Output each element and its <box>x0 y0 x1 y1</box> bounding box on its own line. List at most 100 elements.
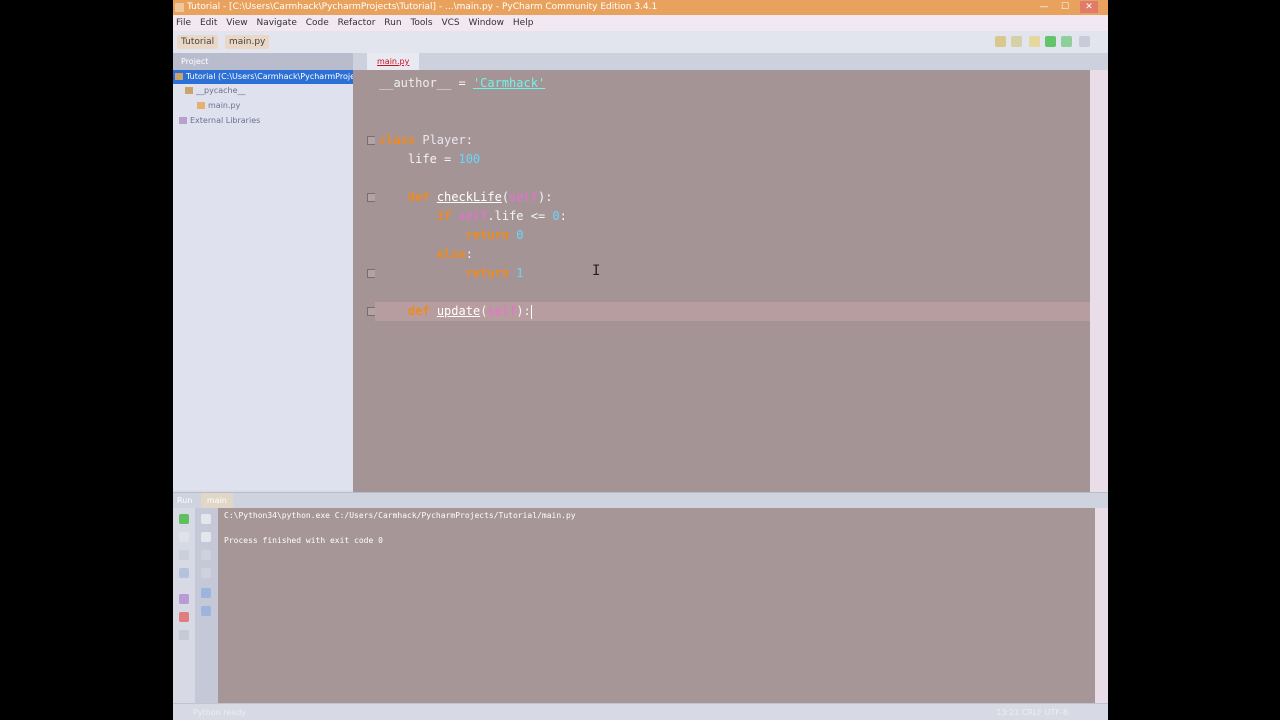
clear-all-icon[interactable] <box>201 606 211 616</box>
code-token: 100 <box>458 152 481 166</box>
help-icon[interactable] <box>179 630 189 640</box>
code-line[interactable]: else: <box>379 245 473 264</box>
run-tab-main[interactable]: main <box>200 493 233 509</box>
code-token: = <box>451 76 473 90</box>
run-toolbar-secondary <box>195 508 219 703</box>
pin-icon[interactable] <box>179 594 189 604</box>
rerun-icon[interactable] <box>179 514 189 524</box>
library-icon <box>179 117 187 124</box>
run-panel-label: Run <box>177 496 193 505</box>
breadcrumb-file[interactable]: main.py <box>224 35 270 49</box>
menu-view[interactable]: View <box>223 15 250 31</box>
menu-file[interactable]: File <box>173 15 194 31</box>
window-title: Tutorial - [C:\Users\Carmhack\PycharmPro… <box>187 2 658 12</box>
menu-edit[interactable]: Edit <box>197 15 220 31</box>
code-token: ): <box>516 304 531 318</box>
scroll-down-icon[interactable] <box>201 532 211 542</box>
close-run-icon[interactable] <box>179 612 189 622</box>
code-token: ): <box>538 190 553 204</box>
code-token: self <box>487 304 517 318</box>
soft-wrap-icon[interactable] <box>201 550 211 560</box>
code-line[interactable]: class Player: <box>379 131 473 150</box>
editor-tab-bar: main.py <box>353 53 1108 70</box>
code-token: : <box>465 247 473 261</box>
build-icon[interactable] <box>1029 36 1040 47</box>
menu-navigate[interactable]: Navigate <box>253 15 299 31</box>
code-line[interactable]: return 1 <box>379 264 524 283</box>
code-line[interactable]: def checkLife(self): <box>379 188 553 207</box>
config-dropdown-icon[interactable] <box>1011 36 1022 47</box>
tree-item-project-root[interactable]: Tutorial (C:\Users\Carmhack\PycharmProje… <box>173 70 402 84</box>
status-bar: Python ready 13:21 CRLF UTF-8 <box>173 703 1108 720</box>
project-tree: Tutorial (C:\Users\Carmhack\PycharmProje… <box>173 70 402 490</box>
text-caret <box>530 304 532 319</box>
code-token: __author__ <box>379 76 452 90</box>
menu-vcs[interactable]: VCS <box>438 15 462 31</box>
code-editor[interactable]: __author__ = 'Carmhack' class Player: lif… <box>375 70 1090 492</box>
pycharm-window: Tutorial - [C:\Users\Carmhack\PycharmPro… <box>173 0 1108 720</box>
tree-item-pycache[interactable]: __pycache__ <box>183 84 246 98</box>
code-token: def <box>407 190 430 204</box>
code-token: self <box>509 190 538 204</box>
code-token: 0 <box>516 228 524 242</box>
code-token: class <box>379 133 416 147</box>
title-bar: Tutorial - [C:\Users\Carmhack\PycharmPro… <box>173 0 1108 15</box>
code-token: ( <box>501 190 510 204</box>
caret-position[interactable]: 13:21 CRLF UTF-8 <box>996 704 1068 720</box>
editor-tab-main-py[interactable]: main.py <box>367 53 420 70</box>
menu-run[interactable]: Run <box>381 15 404 31</box>
code-token: update <box>436 304 481 318</box>
pause-icon[interactable] <box>179 550 189 560</box>
menu-code[interactable]: Code <box>303 15 332 31</box>
code-line[interactable]: def update(self): <box>375 302 1090 321</box>
scroll-to-end-icon[interactable] <box>201 568 211 578</box>
scroll-up-icon[interactable] <box>201 514 211 524</box>
code-token: else <box>436 247 466 261</box>
restore-layout-icon[interactable] <box>179 568 189 578</box>
code-token: : <box>465 133 473 147</box>
menu-help[interactable]: Help <box>510 15 537 31</box>
maximize-button[interactable]: ☐ <box>1056 1 1074 13</box>
run-panel-header: Run main <box>173 492 1108 509</box>
code-token: 'Carmhack' <box>472 76 546 90</box>
code-token: .life <= <box>487 209 553 223</box>
run-config-icon[interactable] <box>995 36 1006 47</box>
breadcrumb-project[interactable]: Tutorial <box>177 35 219 49</box>
run-console-scrollbar[interactable] <box>1095 508 1108 703</box>
code-line[interactable]: return 0 <box>379 226 524 245</box>
menu-refactor[interactable]: Refactor <box>335 15 379 31</box>
project-panel-title[interactable]: Project <box>181 57 208 66</box>
run-console-output[interactable]: C:\Python34\python.exe C:/Users/Carmhack… <box>218 508 1095 703</box>
code-line[interactable]: __author__ = 'Carmhack' <box>379 74 545 93</box>
code-token: return <box>465 228 510 242</box>
run-icon[interactable] <box>1045 36 1056 47</box>
pycharm-app-icon <box>175 3 184 12</box>
console-line: Process finished with exit code 0 <box>224 536 383 545</box>
folder-icon <box>175 73 183 80</box>
menu-window[interactable]: Window <box>466 15 508 31</box>
code-token: return <box>465 266 510 280</box>
debug-icon[interactable] <box>1061 36 1072 47</box>
code-line[interactable]: if self.life <= 0: <box>379 207 567 226</box>
code-line[interactable]: life = 100 <box>379 150 480 169</box>
editor-gutter[interactable] <box>353 70 376 492</box>
code-token: life = <box>379 152 459 166</box>
menu-tools[interactable]: Tools <box>407 15 435 31</box>
tree-item-main-py[interactable]: main.py <box>195 99 240 113</box>
tree-item-label: __pycache__ <box>196 86 246 95</box>
tree-item-external-libraries[interactable]: External Libraries <box>177 114 260 128</box>
print-icon[interactable] <box>201 588 211 598</box>
minimize-button[interactable]: — <box>1035 1 1053 13</box>
close-button[interactable]: ✕ <box>1080 1 1098 13</box>
search-icon[interactable] <box>1079 36 1090 47</box>
editor-error-stripe[interactable] <box>1090 70 1108 492</box>
stop-icon[interactable] <box>179 532 189 542</box>
text-cursor-icon: I <box>592 263 601 279</box>
